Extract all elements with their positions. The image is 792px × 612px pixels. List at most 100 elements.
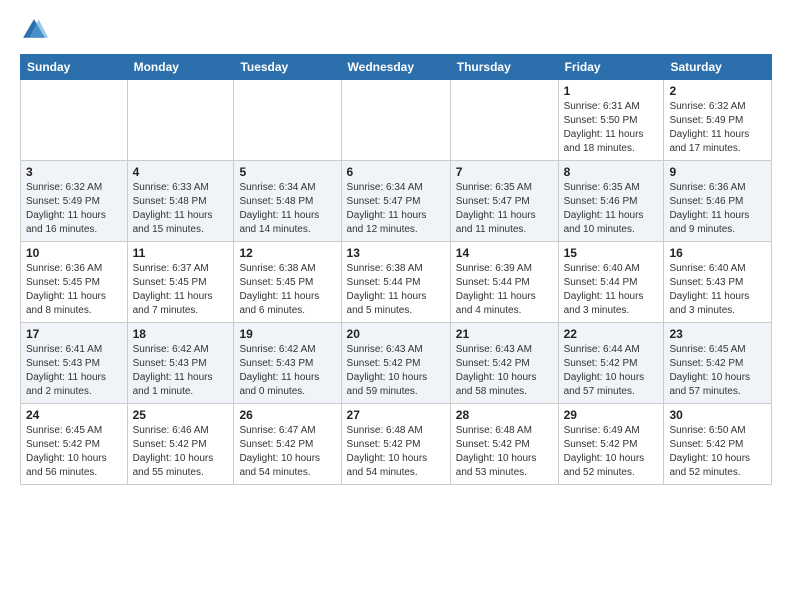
day-number: 10 [26,246,122,260]
day-number: 16 [669,246,766,260]
calendar-cell: 22 Sunrise: 6:44 AM Sunset: 5:42 PM Dayli… [558,323,664,404]
calendar-cell: 24 Sunrise: 6:45 AM Sunset: 5:42 PM Dayli… [21,404,128,485]
day-info: Sunrise: 6:41 AM Sunset: 5:43 PM Dayligh… [26,343,122,399]
calendar: SundayMondayTuesdayWednesdayThursdayFrid… [20,54,772,485]
day-info: Sunrise: 6:36 AM Sunset: 5:46 PM Dayligh… [669,181,766,237]
calendar-cell: 16 Sunrise: 6:40 AM Sunset: 5:43 PM Dayli… [664,242,772,323]
day-info: Sunrise: 6:36 AM Sunset: 5:45 PM Dayligh… [26,262,122,318]
day-number: 28 [456,408,553,422]
calendar-cell: 9 Sunrise: 6:36 AM Sunset: 5:46 PM Daylig… [664,161,772,242]
day-number: 29 [564,408,659,422]
calendar-cell: 14Sunrise: 6:39 AM Sunset: 5:44 PM Dayli… [450,242,558,323]
day-number: 30 [669,408,766,422]
calendar-cell: 1 Sunrise: 6:31 AM Sunset: 5:50 PM Daylig… [558,80,664,161]
day-info: Sunrise: 6:48 AM Sunset: 5:42 PM Dayligh… [347,424,445,480]
day-info: Sunrise: 6:38 AM Sunset: 5:45 PM Dayligh… [239,262,335,318]
day-info: Sunrise: 6:43 AM Sunset: 5:42 PM Dayligh… [456,343,553,399]
day-info: Sunrise: 6:40 AM Sunset: 5:44 PM Dayligh… [564,262,659,318]
calendar-cell: 3 Sunrise: 6:32 AM Sunset: 5:49 PM Daylig… [21,161,128,242]
weekday-header-wednesday: Wednesday [341,55,450,80]
weekday-header-thursday: Thursday [450,55,558,80]
calendar-cell: 6 Sunrise: 6:34 AM Sunset: 5:47 PM Daylig… [341,161,450,242]
day-number: 24 [26,408,122,422]
day-number: 1 [564,84,659,98]
day-number: 5 [239,165,335,179]
logo [20,16,52,44]
calendar-cell: 2 Sunrise: 6:32 AM Sunset: 5:49 PM Daylig… [664,80,772,161]
calendar-cell: 8Sunrise: 6:35 AM Sunset: 5:46 PM Daylig… [558,161,664,242]
calendar-cell [341,80,450,161]
calendar-cell: 25Sunrise: 6:46 AM Sunset: 5:42 PM Dayli… [127,404,234,485]
day-info: Sunrise: 6:48 AM Sunset: 5:42 PM Dayligh… [456,424,553,480]
day-number: 23 [669,327,766,341]
day-number: 3 [26,165,122,179]
day-number: 27 [347,408,445,422]
day-info: Sunrise: 6:44 AM Sunset: 5:42 PM Dayligh… [564,343,659,399]
day-info: Sunrise: 6:49 AM Sunset: 5:42 PM Dayligh… [564,424,659,480]
calendar-cell: 5Sunrise: 6:34 AM Sunset: 5:48 PM Daylig… [234,161,341,242]
day-number: 25 [133,408,229,422]
day-info: Sunrise: 6:35 AM Sunset: 5:46 PM Dayligh… [564,181,659,237]
day-info: Sunrise: 6:47 AM Sunset: 5:42 PM Dayligh… [239,424,335,480]
header [20,16,772,44]
calendar-cell: 12 Sunrise: 6:38 AM Sunset: 5:45 PM Dayli… [234,242,341,323]
calendar-cell: 19 Sunrise: 6:42 AM Sunset: 5:43 PM Dayli… [234,323,341,404]
calendar-cell: 11Sunrise: 6:37 AM Sunset: 5:45 PM Dayli… [127,242,234,323]
day-info: Sunrise: 6:32 AM Sunset: 5:49 PM Dayligh… [669,100,766,156]
weekday-header-saturday: Saturday [664,55,772,80]
calendar-cell [450,80,558,161]
day-info: Sunrise: 6:45 AM Sunset: 5:42 PM Dayligh… [26,424,122,480]
calendar-cell: 10 Sunrise: 6:36 AM Sunset: 5:45 PM Dayli… [21,242,128,323]
calendar-row: 17 Sunrise: 6:41 AM Sunset: 5:43 PM Dayli… [21,323,772,404]
day-number: 19 [239,327,335,341]
weekday-header-sunday: Sunday [21,55,128,80]
calendar-cell: 28 Sunrise: 6:48 AM Sunset: 5:42 PM Dayli… [450,404,558,485]
day-info: Sunrise: 6:42 AM Sunset: 5:43 PM Dayligh… [133,343,229,399]
day-number: 12 [239,246,335,260]
weekday-header-monday: Monday [127,55,234,80]
calendar-cell: 7 Sunrise: 6:35 AM Sunset: 5:47 PM Daylig… [450,161,558,242]
day-number: 22 [564,327,659,341]
calendar-cell: 30 Sunrise: 6:50 AM Sunset: 5:42 PM Dayli… [664,404,772,485]
day-number: 7 [456,165,553,179]
day-number: 6 [347,165,445,179]
day-info: Sunrise: 6:40 AM Sunset: 5:43 PM Dayligh… [669,262,766,318]
calendar-cell: 21 Sunrise: 6:43 AM Sunset: 5:42 PM Dayli… [450,323,558,404]
calendar-cell [127,80,234,161]
day-info: Sunrise: 6:31 AM Sunset: 5:50 PM Dayligh… [564,100,659,156]
day-number: 17 [26,327,122,341]
day-info: Sunrise: 6:43 AM Sunset: 5:42 PM Dayligh… [347,343,445,399]
day-info: Sunrise: 6:38 AM Sunset: 5:44 PM Dayligh… [347,262,445,318]
day-number: 20 [347,327,445,341]
day-info: Sunrise: 6:33 AM Sunset: 5:48 PM Dayligh… [133,181,229,237]
calendar-cell: 18 Sunrise: 6:42 AM Sunset: 5:43 PM Dayli… [127,323,234,404]
day-info: Sunrise: 6:34 AM Sunset: 5:47 PM Dayligh… [347,181,445,237]
calendar-head: SundayMondayTuesdayWednesdayThursdayFrid… [21,55,772,80]
day-number: 18 [133,327,229,341]
day-info: Sunrise: 6:50 AM Sunset: 5:42 PM Dayligh… [669,424,766,480]
calendar-cell: 23 Sunrise: 6:45 AM Sunset: 5:42 PM Dayli… [664,323,772,404]
day-number: 9 [669,165,766,179]
day-number: 13 [347,246,445,260]
calendar-cell: 26 Sunrise: 6:47 AM Sunset: 5:42 PM Dayli… [234,404,341,485]
calendar-row: 1 Sunrise: 6:31 AM Sunset: 5:50 PM Daylig… [21,80,772,161]
day-number: 21 [456,327,553,341]
day-number: 26 [239,408,335,422]
calendar-row: 24 Sunrise: 6:45 AM Sunset: 5:42 PM Dayli… [21,404,772,485]
weekday-header-friday: Friday [558,55,664,80]
calendar-cell: 17 Sunrise: 6:41 AM Sunset: 5:43 PM Dayli… [21,323,128,404]
day-info: Sunrise: 6:32 AM Sunset: 5:49 PM Dayligh… [26,181,122,237]
calendar-cell [21,80,128,161]
calendar-cell: 13 Sunrise: 6:38 AM Sunset: 5:44 PM Dayli… [341,242,450,323]
day-number: 2 [669,84,766,98]
calendar-cell: 29 Sunrise: 6:49 AM Sunset: 5:42 PM Dayli… [558,404,664,485]
day-info: Sunrise: 6:35 AM Sunset: 5:47 PM Dayligh… [456,181,553,237]
calendar-row: 3 Sunrise: 6:32 AM Sunset: 5:49 PM Daylig… [21,161,772,242]
weekday-row: SundayMondayTuesdayWednesdayThursdayFrid… [21,55,772,80]
day-info: Sunrise: 6:45 AM Sunset: 5:42 PM Dayligh… [669,343,766,399]
day-number: 15 [564,246,659,260]
day-number: 14 [456,246,553,260]
day-info: Sunrise: 6:42 AM Sunset: 5:43 PM Dayligh… [239,343,335,399]
calendar-cell: 15 Sunrise: 6:40 AM Sunset: 5:44 PM Dayli… [558,242,664,323]
calendar-cell: 27 Sunrise: 6:48 AM Sunset: 5:42 PM Dayli… [341,404,450,485]
